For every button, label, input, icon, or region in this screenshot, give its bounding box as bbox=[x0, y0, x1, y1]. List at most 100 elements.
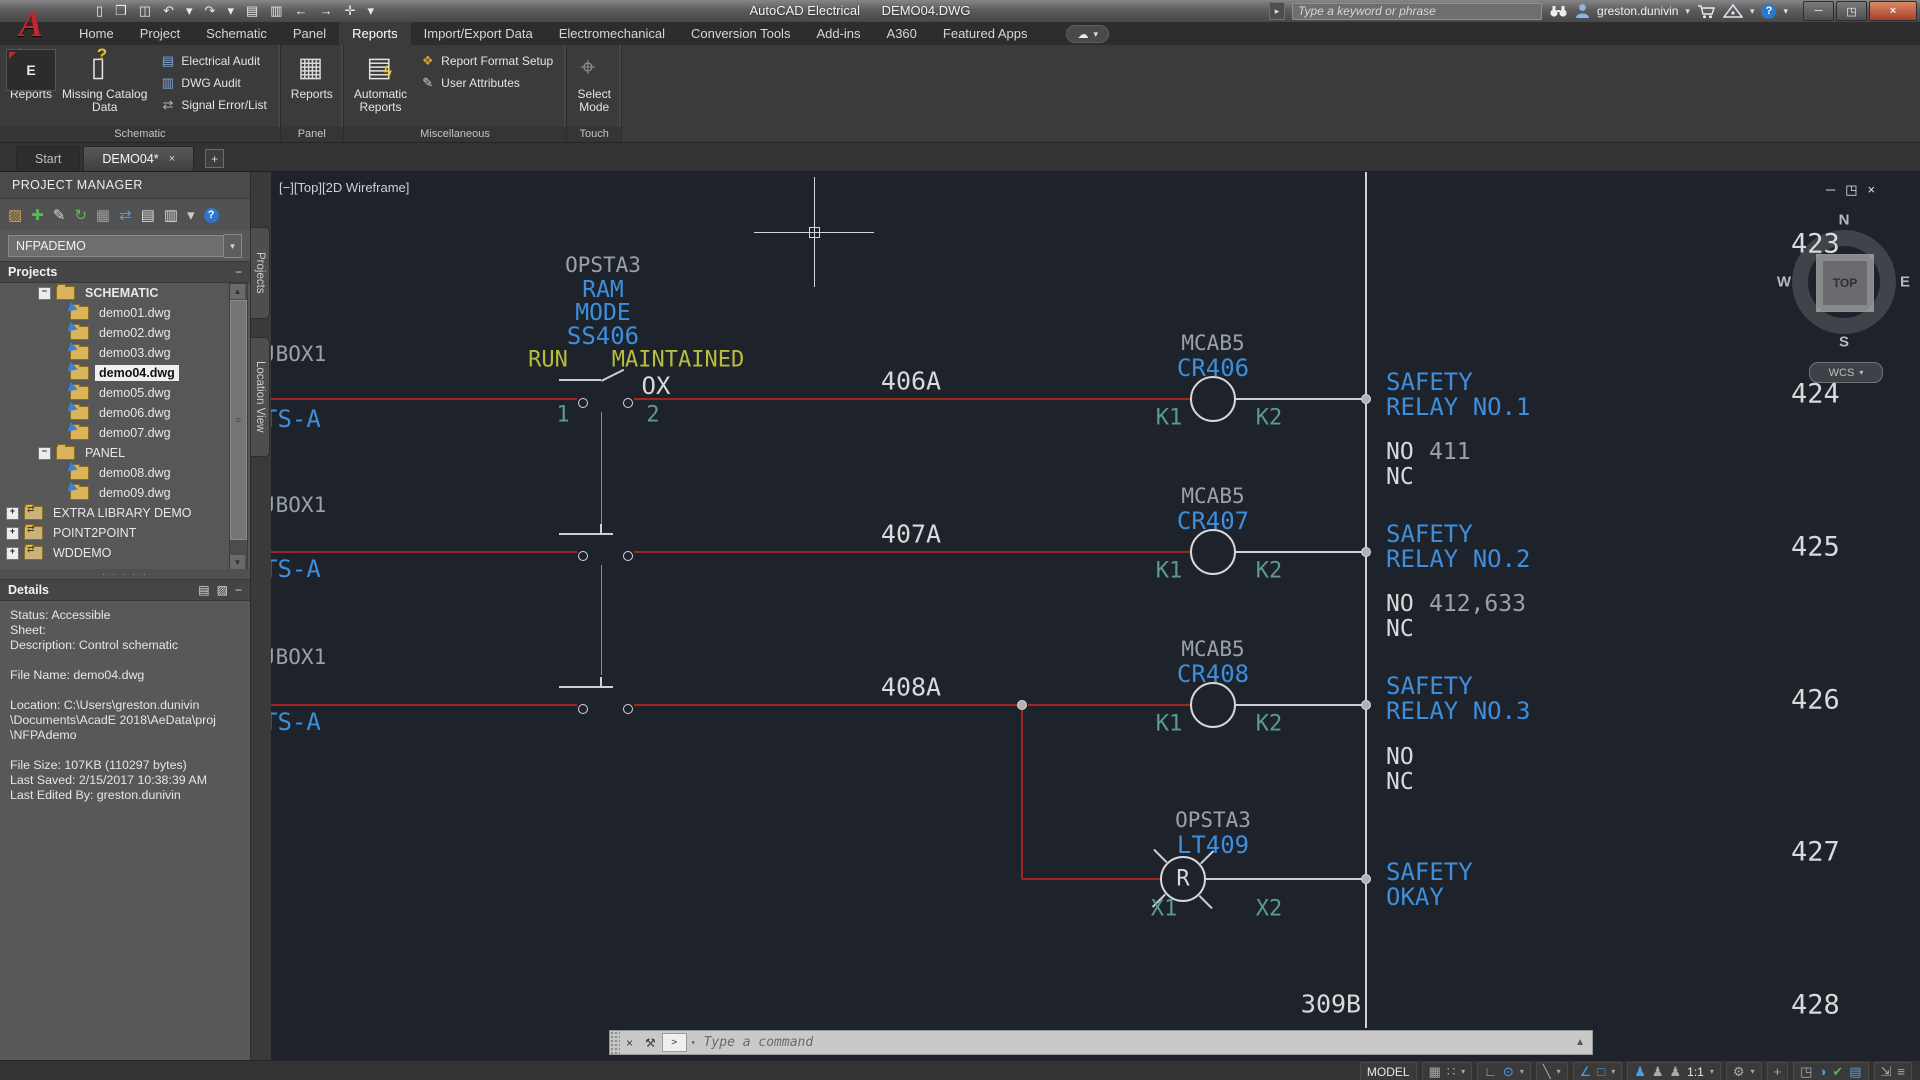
qat-icon[interactable]: ▥ bbox=[270, 2, 282, 19]
project-select-caret-icon[interactable]: ▾ bbox=[224, 234, 242, 258]
ribbon-button-reports[interactable]: ▦ Reports bbox=[286, 48, 338, 103]
qat-icon[interactable]: ▾ bbox=[186, 2, 193, 19]
status-icon[interactable]: + bbox=[1774, 1064, 1782, 1080]
tree-item-panel[interactable]: − PANEL bbox=[0, 443, 250, 463]
tree-expander-icon[interactable]: + bbox=[6, 506, 19, 520]
ribbon-group-label-touch[interactable]: Touch bbox=[567, 127, 622, 142]
ribbon-button-missing-catalog-data[interactable]: ▯? Missing Catalog Data bbox=[57, 46, 152, 116]
new-project-icon[interactable]: ✚ bbox=[31, 206, 44, 224]
viewcube-west[interactable]: W bbox=[1777, 274, 1791, 291]
user-avatar-icon[interactable] bbox=[1575, 3, 1590, 19]
edit-project-icon[interactable]: ✎ bbox=[53, 206, 66, 224]
tab-demo04[interactable]: DEMO04* × bbox=[83, 146, 195, 171]
help-caret-icon[interactable]: ▾ bbox=[1783, 6, 1788, 17]
ribbon-tab-featured-apps[interactable]: Featured Apps bbox=[930, 22, 1041, 45]
status-icon[interactable]: ╲ bbox=[1543, 1064, 1551, 1080]
search-go-icon[interactable]: ▸ bbox=[1269, 2, 1286, 20]
autocad-logo-icon[interactable]: A bbox=[6, 2, 56, 46]
ribbon-tab-schematic[interactable]: Schematic bbox=[193, 22, 280, 45]
status-icon[interactable]: ▤ bbox=[1849, 1064, 1861, 1080]
update-retag-icon[interactable]: ⇄ bbox=[119, 206, 132, 224]
binoculars-search-icon[interactable] bbox=[1549, 5, 1568, 18]
tab-start[interactable]: Start bbox=[16, 146, 81, 171]
tab-projects-vertical[interactable]: Projects bbox=[251, 227, 270, 319]
collapse-details-icon[interactable]: − bbox=[235, 583, 242, 597]
command-dock-grip[interactable] bbox=[610, 1031, 620, 1054]
ribbon-group-label-schematic[interactable]: Schematic bbox=[0, 127, 280, 142]
project-select[interactable]: NFPADEMO bbox=[8, 235, 224, 257]
tree-item-demo09-dwg[interactable]: demo09.dwg bbox=[0, 483, 250, 503]
tree-scrollbar[interactable]: ▲ ≡ ▼ bbox=[229, 283, 248, 569]
status-segment[interactable]: MODEL bbox=[1359, 1062, 1417, 1080]
qat-icon[interactable]: ❒ bbox=[115, 2, 127, 19]
tree-item-extra-library-demo[interactable]: + EXTRA LIBRARY DEMO bbox=[0, 503, 250, 523]
ribbon-tab-import-export-data[interactable]: Import/Export Data bbox=[411, 22, 546, 45]
command-close-icon[interactable]: × bbox=[626, 1036, 633, 1050]
qat-icon[interactable]: ▾ bbox=[367, 2, 374, 19]
ribbon-button-dwg-audit[interactable]: ▥ DWG Audit bbox=[160, 75, 266, 91]
status-caret-icon[interactable]: ▾ bbox=[1751, 1064, 1755, 1080]
ribbon-tab-home[interactable]: Home bbox=[66, 22, 127, 45]
command-line-dock[interactable]: × ⚒ > ▾ ▲ bbox=[609, 1030, 1593, 1055]
tab-close-icon[interactable]: × bbox=[169, 153, 175, 165]
qat-icon[interactable]: ↷ bbox=[205, 2, 216, 19]
preview-view-icon[interactable]: ▨ bbox=[217, 583, 228, 597]
a360-caret-icon[interactable]: ▾ bbox=[1750, 6, 1755, 17]
command-customize-icon[interactable]: ⚒ bbox=[645, 1036, 656, 1050]
qat-icon[interactable]: → bbox=[320, 2, 333, 19]
ribbon-tab-reports[interactable]: Reports bbox=[339, 22, 411, 45]
tree-item-demo02-dwg[interactable]: demo02.dwg bbox=[0, 323, 250, 343]
viewcube-south[interactable]: S bbox=[1839, 334, 1849, 351]
status-caret-icon[interactable]: ▾ bbox=[1461, 1064, 1465, 1080]
ribbon-tab-project[interactable]: Project bbox=[127, 22, 193, 45]
tree-item-demo08-dwg[interactable]: demo08.dwg bbox=[0, 463, 250, 483]
status-caret-icon[interactable]: ▾ bbox=[1710, 1064, 1714, 1080]
ribbon-group-label-panel[interactable]: Panel bbox=[280, 127, 343, 142]
scroll-up-icon[interactable]: ▲ bbox=[230, 284, 245, 299]
project-open-icon[interactable]: ▨ bbox=[8, 206, 22, 224]
tree-item-point2point[interactable]: + POINT2POINT bbox=[0, 523, 250, 543]
status-caret-icon[interactable]: ▾ bbox=[1520, 1064, 1524, 1080]
status-icon[interactable]: ▦ bbox=[1429, 1064, 1441, 1080]
panel-splitter[interactable]: · · · · · bbox=[0, 569, 250, 580]
tree-expander-icon[interactable]: − bbox=[38, 286, 51, 300]
qat-icon[interactable]: ← bbox=[295, 2, 308, 19]
scroll-down-icon[interactable]: ▼ bbox=[230, 555, 245, 569]
ribbon-button-signal-error-list[interactable]: ⇄ Signal Error/List bbox=[160, 97, 266, 113]
viewcube-east[interactable]: E bbox=[1900, 274, 1910, 291]
status-icon[interactable]: ⇲ bbox=[1881, 1064, 1892, 1080]
status-icon[interactable]: ∟ bbox=[1484, 1064, 1497, 1080]
status-icon[interactable]: ≡ bbox=[1897, 1064, 1905, 1080]
status-caret-icon[interactable]: ▾ bbox=[1557, 1064, 1561, 1080]
status-icon[interactable]: ◑ bbox=[1818, 1064, 1826, 1080]
a360-connect-icon[interactable] bbox=[1722, 3, 1743, 19]
tree-item-wddemo[interactable]: + WDDEMO bbox=[0, 543, 250, 563]
ribbon-tab-a360[interactable]: A360 bbox=[874, 22, 930, 45]
search-input[interactable] bbox=[1292, 2, 1543, 20]
status-caret-icon[interactable]: ▾ bbox=[1611, 1064, 1615, 1080]
drawing-list-icon[interactable]: ▤ bbox=[141, 206, 155, 224]
status-segment[interactable]: ◳ ◑ ✔ ▤ bbox=[1793, 1062, 1869, 1080]
tab-location-view-vertical[interactable]: Location View bbox=[251, 337, 270, 457]
ribbon-button-automatic-reports[interactable]: ▤ ϟ Automatic Reports bbox=[349, 48, 412, 116]
status-icon[interactable]: ⊙ bbox=[1503, 1064, 1514, 1080]
command-input[interactable] bbox=[701, 1034, 1576, 1051]
status-icon[interactable]: □ bbox=[1597, 1064, 1605, 1080]
qat-icon[interactable]: ▾ bbox=[227, 2, 234, 19]
status-segment[interactable]: ♟ ♟ ♟ 1:1 ▾ bbox=[1627, 1062, 1721, 1080]
status-segment[interactable]: ⇲ ≡ bbox=[1873, 1062, 1912, 1080]
status-icon[interactable]: ✔ bbox=[1832, 1064, 1843, 1080]
status-segment[interactable]: + bbox=[1766, 1062, 1789, 1080]
refresh-icon[interactable]: ↻ bbox=[74, 206, 87, 224]
status-icon[interactable]: ♟ bbox=[1634, 1064, 1646, 1080]
viewcube-north[interactable]: N bbox=[1839, 212, 1850, 229]
viewport-controls[interactable]: [−][Top][2D Wireframe] bbox=[279, 180, 409, 195]
viewcube-top-face[interactable]: TOP bbox=[1816, 254, 1874, 312]
user-menu-caret-icon[interactable]: ▾ bbox=[1685, 6, 1690, 17]
tree-item-demo05-dwg[interactable]: demo05.dwg bbox=[0, 383, 250, 403]
ribbon-tab-conversion-tools[interactable]: Conversion Tools bbox=[678, 22, 803, 45]
status-icon[interactable]: ∷ bbox=[1447, 1064, 1455, 1080]
status-segment[interactable]: ⚙ ▾ bbox=[1725, 1062, 1762, 1080]
qat-icon[interactable]: ◫ bbox=[139, 2, 151, 19]
status-icon[interactable]: ∠ bbox=[1580, 1064, 1592, 1080]
